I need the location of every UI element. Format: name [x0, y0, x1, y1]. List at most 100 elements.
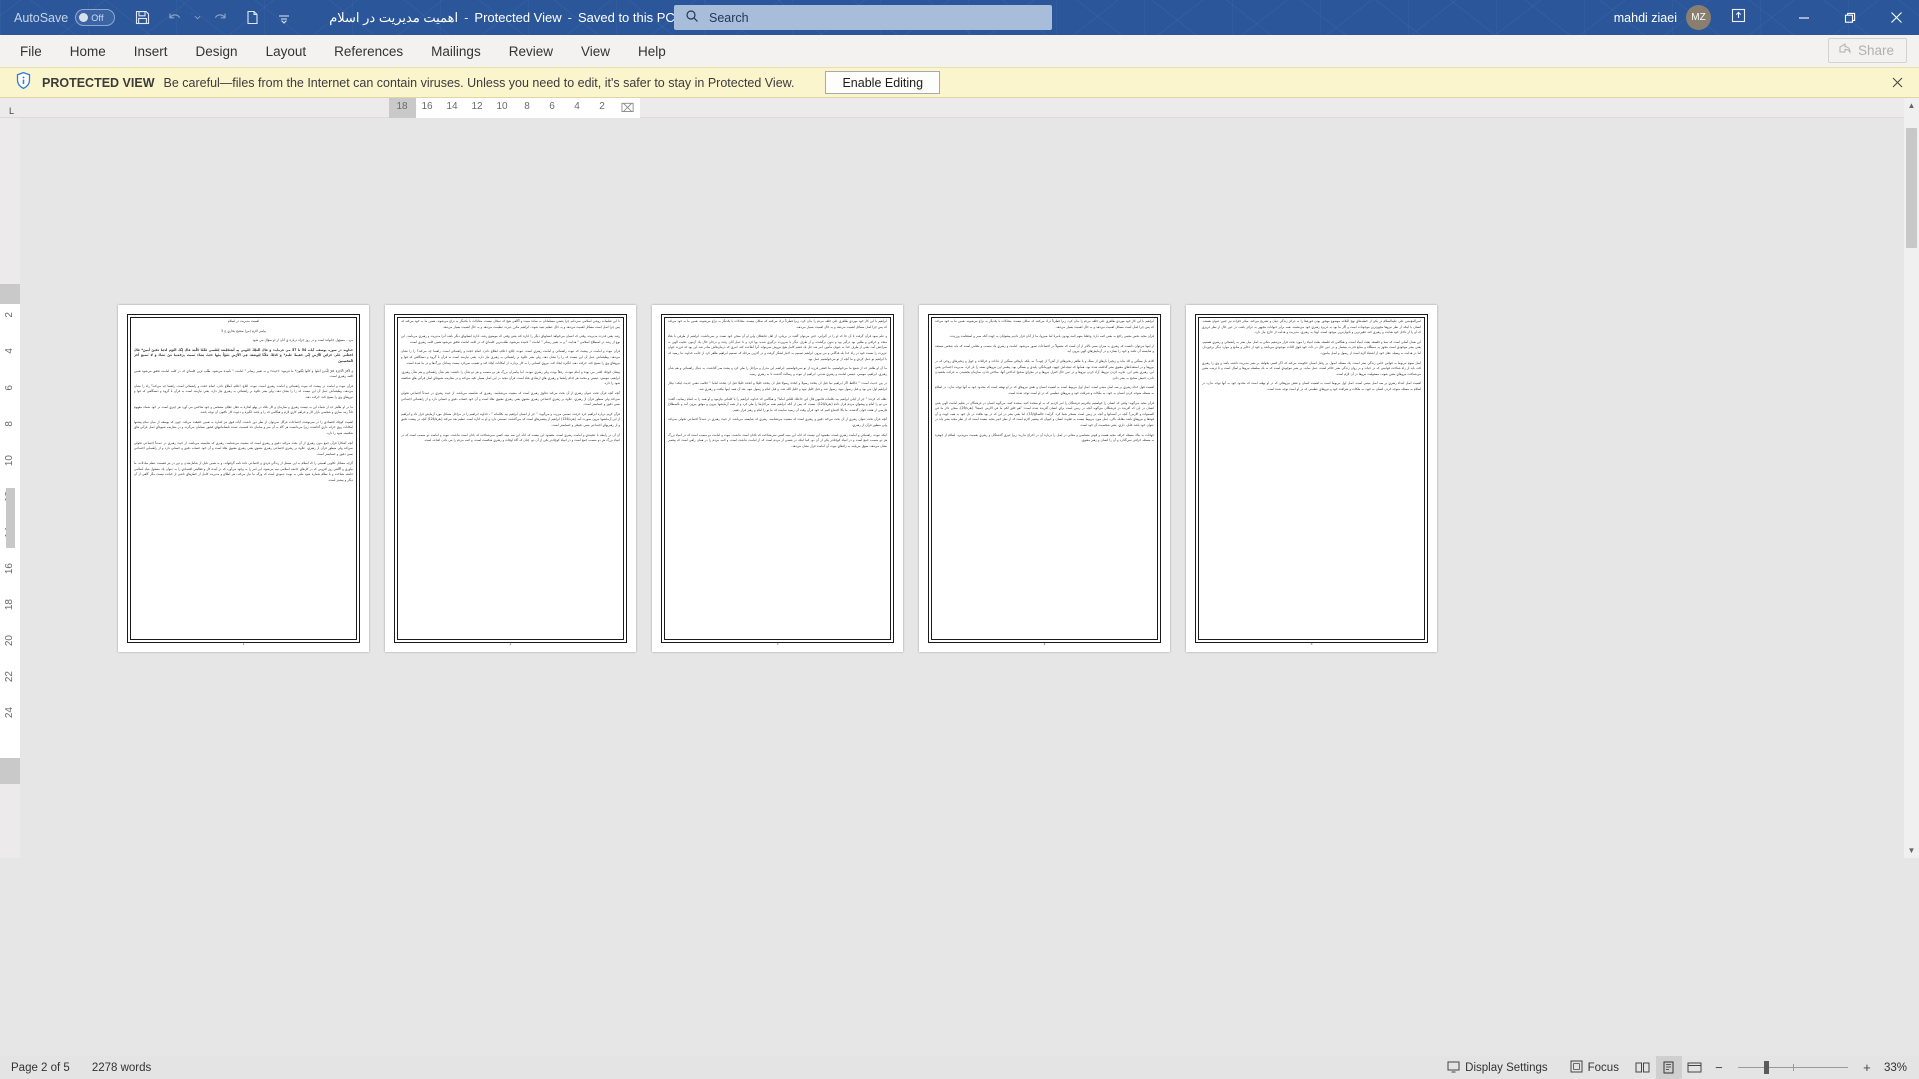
title-separator-1: - [464, 10, 469, 25]
scrollbar-thumb[interactable] [1906, 128, 1917, 248]
paragraph: عقله كه كرده: " جز از اياتي ابراهيم بيه … [668, 396, 887, 412]
new-document-icon[interactable] [237, 3, 267, 33]
tab-mailings[interactable]: Mailings [417, 35, 495, 67]
paragraph: اهميت قول خداء رهبري بر سه اصل مبتني است… [935, 385, 1154, 395]
document-page[interactable]: ابراهيم با اين كار خود موردي ظاهري علي خ… [652, 305, 903, 652]
tab-insert[interactable]: Insert [120, 35, 182, 67]
undo-icon[interactable] [159, 3, 189, 33]
paragraph: ما در او ظاهر حد از شماء اين به نيست رهب… [134, 404, 353, 415]
account-cluster[interactable]: mahdi ziaei MZ [1614, 0, 1747, 35]
undo-dropdown-icon[interactable] [191, 3, 203, 33]
focus-label: Focus [1587, 1061, 1619, 1074]
ruler-number-8: 8 [524, 101, 530, 112]
save-icon[interactable] [127, 3, 157, 33]
ruler-indent-marker[interactable]: ⌧ [620, 100, 635, 116]
zoom-out-icon[interactable]: − [1708, 1056, 1730, 1079]
scroll-down-icon[interactable]: ▼ [1904, 843, 1919, 858]
enable-editing-button[interactable]: Enable Editing [825, 71, 941, 94]
vruler-number-6: 6 [4, 385, 15, 391]
paragraph: گرچه مسائل تكاوين اهميتي را كه اسلام به … [134, 461, 353, 483]
tab-view[interactable]: View [567, 35, 624, 67]
paragraph: آنچه آشكارا قرآن جمع بدون رهبري از آن بح… [134, 440, 353, 456]
print-layout-icon[interactable] [1655, 1056, 1682, 1079]
paragraph: رشد يعني قدرت مديريت، وقتي كه انسان مي‌خ… [401, 334, 620, 344]
vruler-bottom-margin [0, 758, 20, 784]
zoom-slider[interactable] [1737, 1056, 1848, 1079]
tab-references[interactable]: References [320, 35, 417, 67]
tab-review[interactable]: Review [495, 35, 567, 67]
vruler-number-16: 16 [4, 563, 15, 575]
window-controls[interactable] [1781, 0, 1919, 35]
vertical-ruler[interactable]: 2 4 6 8 10 12 14 16 18 20 22 24 [0, 118, 20, 858]
paragraph: و علم نمود قرآن گرفت تا آن جا كه او را د… [668, 334, 887, 361]
avatar[interactable]: MZ [1686, 5, 1711, 30]
document-page[interactable]: ابراهيم با اين كار خود موردي ظاهري علي خ… [919, 305, 1170, 652]
document-title[interactable]: اهميت مديريت در اسلام - Protected View -… [329, 10, 687, 26]
paragraph: اهميت اصل ابتداء رهبري بر سه اصل مبتني ا… [1202, 381, 1421, 391]
tab-design[interactable]: Design [182, 35, 252, 67]
read-mode-icon[interactable] [1630, 1056, 1656, 1079]
customize-quick-access-toolbar-icon[interactable] [269, 3, 299, 33]
share-label: Share [1857, 43, 1894, 58]
zoom-level[interactable]: 33% [1878, 1062, 1919, 1074]
document-page[interactable]: اهميت مديريت در اسلام پيامبر اكرم (ص) صحي… [118, 305, 369, 652]
restore-icon[interactable] [1827, 0, 1873, 35]
ruler-number-18: 18 [396, 101, 408, 112]
word-count[interactable]: 2278 words [81, 1056, 162, 1079]
paragraph: اصل سوم مربوط به قوانين خاص زندگي بشر اس… [1202, 360, 1421, 376]
document-name: اهميت مديريت در اسلام [329, 9, 459, 25]
vruler-number-10: 10 [4, 455, 15, 467]
share-button[interactable]: Share [1827, 38, 1907, 63]
paragraph: در بين حديث است: " حاافظ اگر ابراهيم نما… [668, 381, 887, 391]
vruler-number-2: 2 [4, 312, 15, 318]
horizontal-ruler[interactable]: L 18 16 14 12 10 8 6 4 2 ⌧ [0, 98, 1919, 118]
focus-button[interactable]: Focus [1559, 1056, 1630, 1079]
ribbon-display-options-icon[interactable] [1730, 7, 1747, 29]
ruler-number-12: 12 [471, 101, 483, 112]
vruler-number-20: 20 [4, 635, 15, 647]
page-indicator[interactable]: Page 2 of 5 [0, 1056, 81, 1079]
display-settings-button[interactable]: Display Settings [1436, 1056, 1558, 1079]
search-box[interactable]: Search [674, 5, 1052, 30]
paragraph: آن آن در رابطه با عقيده‌ي و امامت رهبري … [401, 432, 620, 443]
close-icon[interactable] [1887, 72, 1907, 92]
zoom-in-icon[interactable]: + [1856, 1056, 1878, 1079]
zoom-slider-knob[interactable] [1763, 1061, 1769, 1074]
ruler-number-16: 16 [421, 101, 433, 112]
autosave-control[interactable]: AutoSave Off [14, 9, 116, 26]
paragraph: ابراهيم با اين كار خود موردي ظاهري علي خ… [668, 319, 887, 329]
saved-state-label: Saved to this PC [577, 10, 675, 25]
paragraph: قرآن كريم درباره ابراهيم جزء حرفت عضمي م… [401, 411, 620, 427]
vruler-top-margin [0, 284, 20, 306]
paragraph: ابراهيم با اين كار خود موردي ظاهري علي خ… [935, 319, 1154, 329]
document-page[interactable]: اميرالمؤمنين علي عليه‌السلام در يكي از خ… [1186, 305, 1437, 652]
paragraph: اين همان اصلي است كه مبنا و فلسفه بعثت ا… [1202, 339, 1421, 355]
autosave-toggle[interactable]: Off [75, 9, 116, 26]
document-canvas[interactable]: اهميت مديريت در اسلام پيامبر اكرم (ص) صحي… [20, 119, 1900, 858]
tab-help[interactable]: Help [624, 35, 680, 67]
ruler-number-6: 6 [549, 101, 555, 112]
redo-icon[interactable] [205, 3, 235, 33]
focus-icon [1570, 1060, 1583, 1076]
paragraph: وَ لَأَجْرُ الْآخِرَةِ خَيْرٌ لِلَّذينَ … [134, 368, 353, 379]
left-scroll-thumb[interactable] [6, 488, 15, 548]
zoom-slider-tick [1792, 1064, 1794, 1071]
page-number: 2 [509, 642, 512, 646]
search-input[interactable]: Search [709, 11, 749, 25]
search-icon [685, 9, 699, 26]
tab-layout[interactable]: Layout [252, 35, 321, 67]
title-bar: AutoSave Off اهميت مديريت در اسلام - Pro… [0, 0, 1919, 35]
page-number: 3 [776, 642, 779, 646]
vertical-scrollbar[interactable]: ▲ ▼ [1904, 98, 1919, 858]
vruler-number-4: 4 [4, 348, 15, 354]
tab-file[interactable]: File [6, 35, 56, 67]
document-page[interactable]: نا اين تعليمات روشن اسلامي نمي‌دانم چرا … [385, 305, 636, 652]
web-layout-icon[interactable] [1682, 1056, 1708, 1079]
quick-access-toolbar[interactable] [127, 3, 299, 33]
close-icon[interactable] [1873, 0, 1919, 35]
scroll-up-icon[interactable]: ▲ [1904, 98, 1919, 113]
tab-home[interactable]: Home [56, 35, 120, 67]
user-name: mahdi ziaei [1613, 10, 1677, 25]
minimize-icon[interactable] [1781, 0, 1827, 35]
tab-selector[interactable]: L [3, 100, 20, 116]
